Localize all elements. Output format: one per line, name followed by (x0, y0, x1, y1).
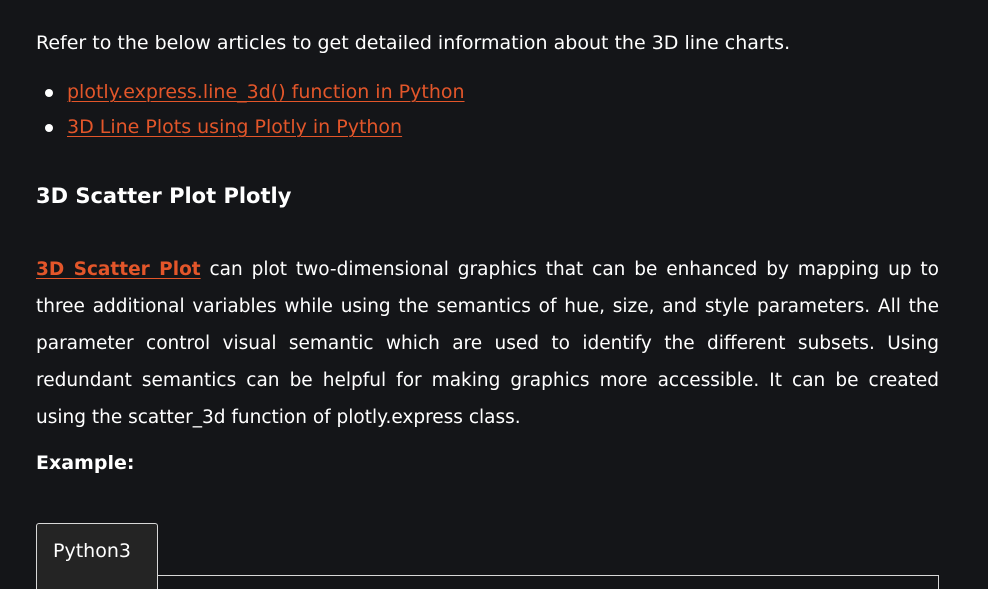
intro-text: Refer to the below articles to get detai… (36, 32, 791, 54)
paragraph-body-text: can plot two-dimensional graphics that c… (36, 259, 939, 428)
bullet-icon (45, 124, 53, 132)
list-item: plotly.express.line_3d() function in Pyt… (36, 78, 465, 113)
example-label: Example: (36, 452, 135, 474)
article-link-3d-line-plots[interactable]: 3D Line Plots using Plotly in Python (67, 116, 402, 138)
list-item: 3D Line Plots using Plotly in Python (36, 113, 465, 148)
related-articles-list: plotly.express.line_3d() function in Pyt… (36, 78, 465, 148)
section-heading: 3D Scatter Plot Plotly (36, 184, 292, 208)
article-link-line-3d-function[interactable]: plotly.express.line_3d() function in Pyt… (67, 81, 465, 103)
description-paragraph: 3D Scatter Plot can plot two-dimensional… (36, 251, 939, 436)
scatter-plot-link[interactable]: 3D Scatter Plot (36, 259, 201, 280)
code-language-tab[interactable]: Python3 (36, 523, 158, 589)
article-page: Refer to the below articles to get detai… (0, 0, 988, 589)
bullet-icon (45, 89, 53, 97)
code-block-frame (36, 575, 939, 589)
